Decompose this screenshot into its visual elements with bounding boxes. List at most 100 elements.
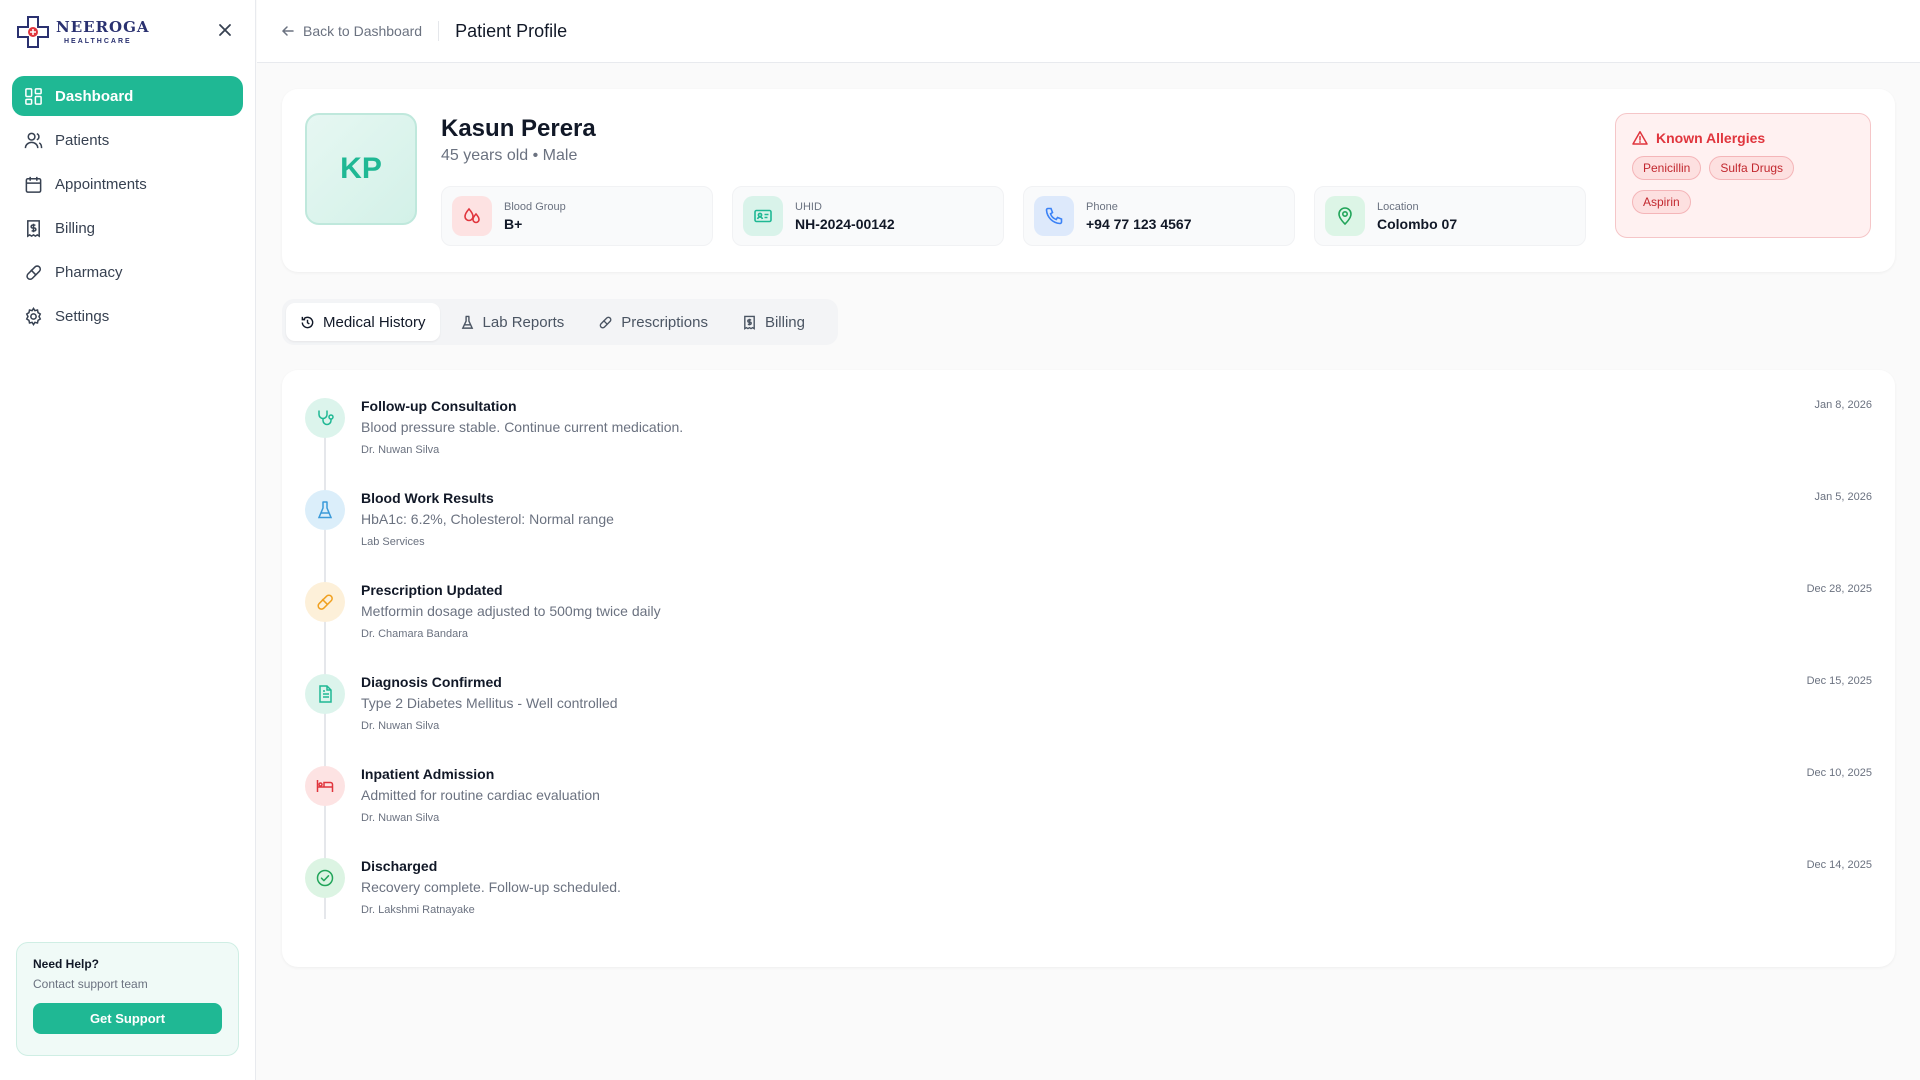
event-author: Dr. Chamara Bandara: [361, 628, 468, 640]
tab-label: Prescriptions: [621, 313, 708, 331]
event-author: Dr. Nuwan Silva: [361, 812, 440, 824]
patient-profile-card: KP Kasun Perera 45 years old • Male Bloo…: [282, 89, 1895, 272]
timeline-event[interactable]: Discharged Recovery complete. Follow-up …: [305, 854, 1872, 934]
info-value: NH-2024-00142: [795, 215, 895, 232]
info-label: Phone: [1086, 200, 1118, 213]
sidebar-item-label: Pharmacy: [55, 263, 123, 281]
allergies-title: Known Allergies: [1632, 130, 1854, 146]
pill-icon: [305, 582, 345, 622]
info-label: UHID: [795, 200, 822, 213]
sidebar-item-label: Settings: [55, 307, 110, 325]
info-blood-group: Blood Group B+: [441, 186, 713, 246]
event-description: Recovery complete. Follow-up scheduled.: [361, 879, 621, 895]
event-author: Dr. Nuwan Silva: [361, 720, 440, 732]
sidebar-item-billing[interactable]: Billing: [12, 208, 243, 248]
tab-prescriptions[interactable]: Prescriptions: [584, 303, 722, 341]
gear-icon: [25, 306, 42, 326]
warning-triangle-icon: [1632, 131, 1648, 145]
event-date: Jan 8, 2026: [1814, 399, 1873, 411]
brand-logo[interactable]: NEEROGA HEALTHCARE: [16, 14, 240, 50]
timeline-event[interactable]: Diagnosis Confirmed Type 2 Diabetes Mell…: [305, 670, 1872, 750]
sidebar: NEEROGA HEALTHCARE Dashboard Patients Ap…: [0, 0, 256, 1080]
event-author: Lab Services: [361, 536, 425, 548]
sidebar-item-settings[interactable]: Settings: [12, 296, 243, 336]
info-value: B+: [504, 215, 523, 232]
id-card-icon: [743, 196, 783, 236]
allergy-tags: Penicillin Sulfa Drugs Aspirin: [1632, 156, 1854, 224]
event-description: Admitted for routine cardiac evaluation: [361, 787, 600, 803]
close-icon[interactable]: [217, 22, 233, 38]
timeline-event[interactable]: Prescription Updated Metformin dosage ad…: [305, 578, 1872, 658]
receipt-icon: [744, 315, 755, 330]
tab-lab-reports[interactable]: Lab Reports: [446, 303, 579, 341]
event-title: Blood Work Results: [361, 490, 494, 506]
info-value: Colombo 07: [1377, 215, 1458, 232]
sidebar-item-pharmacy[interactable]: Pharmacy: [12, 252, 243, 292]
info-location: Location Colombo 07: [1314, 186, 1586, 246]
header-divider: [438, 21, 440, 41]
get-support-button[interactable]: Get Support: [33, 1003, 222, 1034]
help-title: Need Help?: [33, 957, 100, 971]
event-date: Dec 14, 2025: [1806, 859, 1872, 871]
event-title: Diagnosis Confirmed: [361, 674, 502, 690]
medical-history-timeline: Follow-up Consultation Blood pressure st…: [282, 370, 1895, 967]
patient-info-row: Blood Group B+ UHID NH-2024-00142 Phone …: [441, 186, 1605, 246]
allergy-tag: Penicillin: [1632, 156, 1702, 180]
pill-icon: [599, 316, 612, 328]
profile-tabs: Medical History Lab Reports Prescription…: [282, 299, 838, 345]
back-to-dashboard-link[interactable]: Back to Dashboard: [281, 23, 422, 39]
grid-icon: [25, 87, 42, 105]
history-icon: [301, 316, 314, 328]
timeline-event[interactable]: Inpatient Admission Admitted for routine…: [305, 762, 1872, 842]
event-date: Dec 10, 2025: [1806, 767, 1872, 779]
event-title: Inpatient Admission: [361, 766, 495, 782]
help-card: Need Help? Contact support team Get Supp…: [16, 942, 239, 1056]
known-allergies-card: Known Allergies Penicillin Sulfa Drugs A…: [1615, 113, 1871, 238]
top-header: Back to Dashboard Patient Profile: [257, 0, 1920, 63]
pill-icon: [26, 264, 42, 280]
allergy-tag: Aspirin: [1632, 190, 1691, 214]
tab-label: Medical History: [323, 313, 426, 331]
timeline-event[interactable]: Follow-up Consultation Blood pressure st…: [305, 394, 1872, 474]
allergy-tag: Sulfa Drugs: [1709, 156, 1795, 180]
tab-medical-history[interactable]: Medical History: [286, 303, 440, 341]
sidebar-nav: Dashboard Patients Appointments Billing …: [12, 76, 243, 340]
phone-icon: [1034, 196, 1074, 236]
event-title: Prescription Updated: [361, 582, 503, 598]
bed-icon: [305, 766, 345, 806]
event-description: HbA1c: 6.2%, Cholesterol: Normal range: [361, 511, 614, 527]
event-date: Dec 15, 2025: [1806, 675, 1872, 687]
sidebar-item-label: Billing: [55, 219, 96, 237]
info-label: Blood Group: [504, 200, 566, 213]
event-date: Dec 28, 2025: [1806, 583, 1872, 595]
sidebar-item-label: Patients: [55, 131, 110, 149]
info-label: Location: [1377, 200, 1419, 213]
stethoscope-icon: [305, 398, 345, 438]
sidebar-item-appointments[interactable]: Appointments: [12, 164, 243, 204]
sidebar-item-dashboard[interactable]: Dashboard: [12, 76, 243, 116]
users-icon: [24, 132, 43, 148]
sidebar-item-label: Appointments: [55, 175, 147, 193]
tab-label: Billing: [764, 313, 805, 331]
calendar-icon: [25, 176, 42, 193]
arrow-left-icon: [281, 26, 294, 36]
timeline-event[interactable]: Blood Work Results HbA1c: 6.2%, Choleste…: [305, 486, 1872, 566]
document-icon: [305, 674, 345, 714]
patient-age-gender: 45 years old • Male: [441, 147, 578, 164]
event-author: Dr. Nuwan Silva: [361, 444, 440, 456]
help-subtitle: Contact support team: [33, 977, 148, 991]
sidebar-item-patients[interactable]: Patients: [12, 120, 243, 160]
event-date: Jan 5, 2026: [1814, 491, 1873, 503]
patient-name: Kasun Perera: [441, 115, 596, 142]
flask-icon: [305, 490, 345, 530]
brand-cross-icon: [17, 16, 49, 48]
event-description: Type 2 Diabetes Mellitus - Well controll…: [361, 695, 618, 711]
blood-drop-icon: [452, 196, 492, 236]
event-title: Discharged: [361, 858, 438, 874]
event-description: Blood pressure stable. Continue current …: [361, 419, 684, 435]
location-pin-icon: [1325, 196, 1365, 236]
tab-billing[interactable]: Billing: [728, 303, 819, 341]
brand-subtitle: HEALTHCARE: [64, 37, 132, 45]
allergies-title-label: Known Allergies: [1656, 130, 1766, 146]
back-link-label: Back to Dashboard: [303, 23, 423, 39]
